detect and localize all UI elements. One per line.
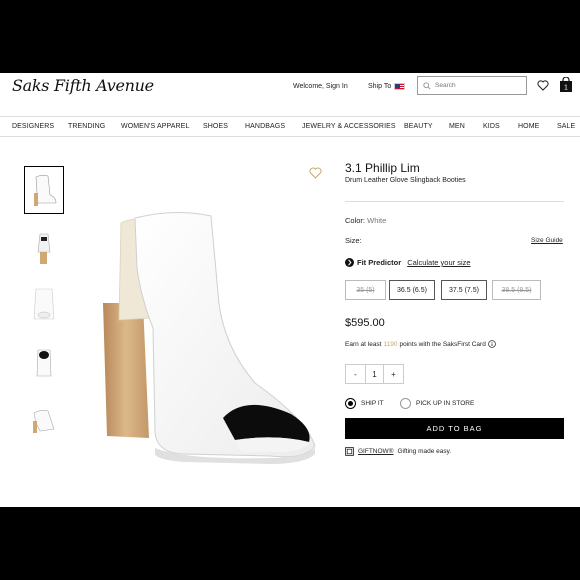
- thumbnail-4[interactable]: [24, 337, 64, 385]
- size-option-36-5[interactable]: 36.5 (6.5): [389, 280, 435, 300]
- quantity-stepper: - 1 +: [345, 364, 404, 384]
- nav-beauty[interactable]: BEAUTY: [404, 123, 433, 130]
- divider: [345, 201, 564, 202]
- size-option-35[interactable]: 35 (5): [345, 280, 386, 300]
- giftnow-link[interactable]: GIFTNOW®: [358, 448, 393, 455]
- pick-up-radio[interactable]: [400, 398, 411, 409]
- add-to-bag-button[interactable]: ADD TO BAG: [345, 418, 564, 439]
- qty-decrease-button[interactable]: -: [346, 365, 365, 383]
- nav-sale[interactable]: SALE: [557, 123, 575, 130]
- wishlist-heart-icon[interactable]: [537, 80, 549, 91]
- color-value: White: [367, 216, 387, 225]
- search-box[interactable]: [417, 76, 527, 95]
- product-price: $595.00: [345, 317, 385, 329]
- pick-up-label: PICK UP IN STORE: [416, 400, 475, 407]
- nav-kids[interactable]: KIDS: [483, 123, 500, 130]
- ship-it-option[interactable]: SHIP IT: [345, 398, 384, 409]
- main-product-image[interactable]: [95, 208, 335, 473]
- bootie-front-thumb: [33, 288, 55, 320]
- main-nav: DESIGNERS TRENDING WOMEN'S APPAREL SHOES…: [0, 116, 580, 137]
- nav-men[interactable]: MEN: [449, 123, 465, 130]
- thumbnail-5[interactable]: [24, 394, 64, 442]
- ship-it-radio[interactable]: [345, 398, 356, 409]
- size-option-38-5[interactable]: 38.5 (8.5): [492, 280, 541, 300]
- nav-trending[interactable]: TRENDING: [68, 123, 105, 130]
- calculate-size-link[interactable]: Calculate your size: [407, 258, 470, 267]
- color-row: Color: White: [345, 216, 386, 225]
- size-option-37-5[interactable]: 37.5 (7.5): [441, 280, 487, 300]
- color-label: Color:: [345, 216, 366, 225]
- nav-home[interactable]: HOME: [518, 123, 539, 130]
- thumbnail-3[interactable]: [24, 280, 64, 328]
- product-page: Saks Fifth Avenue Welcome, Sign In Ship …: [0, 73, 580, 507]
- fit-predictor-label: Fit Predictor: [357, 258, 402, 267]
- fit-predictor-icon: [345, 258, 354, 267]
- earn-suffix: points with the SaksFirst Card: [399, 340, 486, 348]
- search-input[interactable]: [435, 82, 515, 89]
- ship-to-selector[interactable]: Ship To: [368, 83, 406, 90]
- thumbnail-2[interactable]: [24, 223, 64, 271]
- pick-up-option[interactable]: PICK UP IN STORE: [400, 398, 474, 409]
- sign-in-link[interactable]: Welcome, Sign In: [293, 83, 348, 90]
- nav-handbags[interactable]: HANDBAGS: [245, 123, 285, 130]
- nav-shoes[interactable]: SHOES: [203, 123, 228, 130]
- earn-prefix: Earn at least: [345, 340, 382, 348]
- thumbnail-1[interactable]: [24, 166, 64, 214]
- product-name: Drum Leather Glove Slingback Booties: [345, 177, 466, 184]
- us-flag-icon: [394, 83, 406, 90]
- bootie-back-thumb: [37, 233, 51, 264]
- size-label: Size:: [345, 236, 362, 245]
- giftnow-text: Gifting made easy.: [397, 448, 452, 455]
- bag-count: 1: [564, 85, 568, 92]
- product-wishlist-heart-icon[interactable]: [309, 167, 322, 179]
- giftnow-row: GIFTNOW® Gifting made easy.: [345, 447, 451, 456]
- nav-womens-apparel[interactable]: WOMEN'S APPAREL: [121, 123, 189, 130]
- bootie-top-thumb: [36, 349, 52, 377]
- ship-to-label: Ship To: [368, 83, 392, 90]
- nav-jewelry[interactable]: JEWELRY & ACCESSORIES: [302, 123, 396, 130]
- size-guide-link[interactable]: Size Guide: [531, 237, 563, 244]
- points-info: Earn at least 1190 points with the SaksF…: [345, 340, 496, 348]
- earn-points: 1190: [383, 340, 398, 348]
- product-brand[interactable]: 3.1 Phillip Lim: [345, 161, 420, 175]
- gift-icon: [345, 447, 354, 456]
- bootie-side-thumb: [34, 174, 57, 206]
- nav-designers[interactable]: DESIGNERS: [12, 123, 54, 130]
- qty-increase-button[interactable]: +: [384, 365, 403, 383]
- bootie-angle-thumb: [33, 410, 55, 433]
- saks-logo[interactable]: Saks Fifth Avenue: [12, 76, 154, 95]
- search-icon: [423, 81, 431, 90]
- fit-predictor-row: Fit Predictor Calculate your size: [345, 258, 471, 267]
- shopping-bag-icon[interactable]: 1: [559, 77, 573, 92]
- qty-value[interactable]: 1: [365, 365, 384, 383]
- ship-it-label: SHIP IT: [361, 400, 384, 407]
- info-icon[interactable]: [488, 340, 496, 348]
